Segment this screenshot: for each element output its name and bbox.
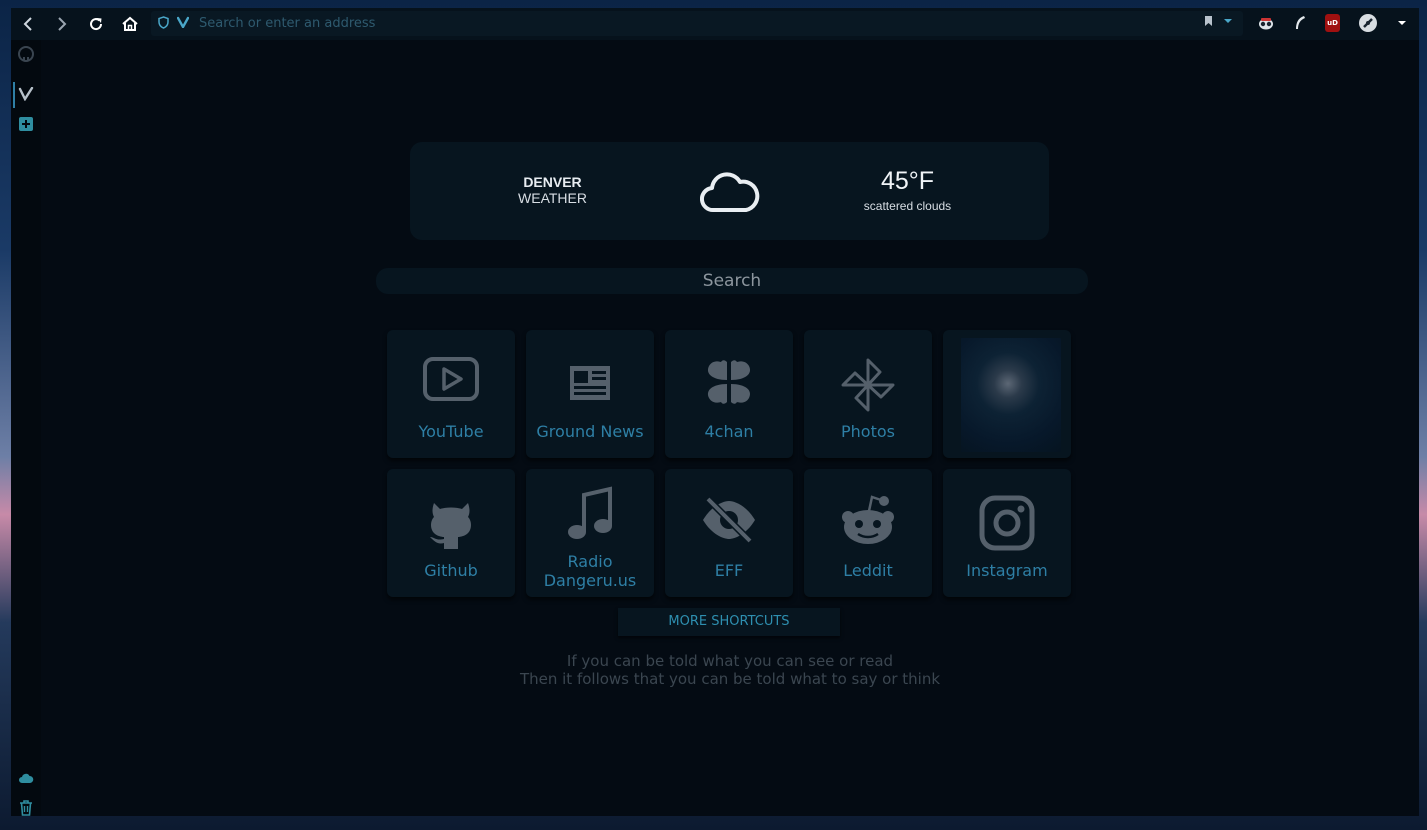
vivaldi-icon[interactable] xyxy=(176,16,190,32)
caret-down-icon xyxy=(1398,21,1406,25)
shortcut-label: YouTube xyxy=(418,422,484,441)
clover-icon xyxy=(665,356,793,416)
chevron-left-icon xyxy=(23,17,32,31)
thumbnail-image xyxy=(961,338,1061,452)
github-icon[interactable] xyxy=(16,44,36,64)
search-input[interactable] xyxy=(376,268,1088,294)
eye-slash-icon xyxy=(665,495,793,555)
vivaldi-icon[interactable] xyxy=(16,84,36,104)
shortcut-youtube[interactable]: YouTube xyxy=(387,330,515,458)
browser-window: Search or enter an address uD DENVER WEA… xyxy=(11,8,1419,816)
weather-label: WEATHER xyxy=(518,190,587,206)
weather-description: scattered clouds xyxy=(863,199,952,213)
quote-line-2: Then it follows that you can be told wha… xyxy=(519,670,941,688)
weather-temperature: 45°F xyxy=(880,167,935,195)
shortcut-photos[interactable]: Photos xyxy=(804,330,932,458)
extensions-menu-button[interactable] xyxy=(1393,14,1411,32)
shortcut-github[interactable]: Github xyxy=(387,469,515,597)
shortcut-label: 4chan xyxy=(704,422,754,441)
dropdown-arrow-icon[interactable] xyxy=(1223,16,1233,27)
active-panel-indicator xyxy=(13,82,15,108)
weather-widget: DENVER WEATHER 45°F scattered clouds xyxy=(410,142,1049,240)
shortcut-instagram[interactable]: Instagram xyxy=(943,469,1071,597)
shortcut-eff[interactable]: EFF xyxy=(665,469,793,597)
more-shortcuts-button[interactable]: MORE SHORTCUTS xyxy=(618,608,840,636)
url-placeholder: Search or enter an address xyxy=(199,16,376,31)
pinwheel-icon xyxy=(804,356,932,416)
feather-icon[interactable] xyxy=(1291,14,1309,32)
quote-line-1: If you can be told what you can see or r… xyxy=(566,652,894,670)
shortcut-label: Instagram xyxy=(966,561,1048,580)
privacy-badger-icon[interactable] xyxy=(1257,14,1275,32)
shortcut-label: Leddit xyxy=(843,561,893,580)
shield-icon[interactable] xyxy=(158,15,169,32)
shortcut-radio-dangeru[interactable]: Radio Dangeru.us xyxy=(526,469,654,597)
forward-button[interactable] xyxy=(45,8,79,40)
cloud-icon xyxy=(699,168,760,218)
browser-toolbar: Search or enter an address uD xyxy=(11,8,1419,40)
weather-city: DENVER xyxy=(523,174,582,190)
cloud-sync-icon[interactable] xyxy=(16,768,36,788)
reddit-icon xyxy=(804,491,932,551)
trash-icon[interactable] xyxy=(16,798,36,816)
shortcut-thumbnail[interactable] xyxy=(943,330,1071,458)
address-bar[interactable]: Search or enter an address xyxy=(151,11,1243,36)
no-tracking-icon[interactable] xyxy=(1359,14,1377,32)
ublock-origin-icon[interactable]: uD xyxy=(1325,14,1340,32)
github-octocat-icon xyxy=(387,495,515,555)
youtube-icon xyxy=(387,356,515,416)
back-button[interactable] xyxy=(11,8,45,40)
side-panel xyxy=(11,40,41,816)
reload-button[interactable] xyxy=(79,8,113,40)
home-button[interactable] xyxy=(113,8,147,40)
ublock-text: uD xyxy=(1327,19,1338,27)
shortcut-label: Ground News xyxy=(536,422,644,441)
bookmark-icon[interactable] xyxy=(1204,15,1213,30)
instagram-icon xyxy=(943,495,1071,555)
add-panel-icon[interactable] xyxy=(16,114,36,134)
shortcut-label: Radio Dangeru.us xyxy=(543,552,637,590)
shortcut-label: EFF xyxy=(714,561,744,580)
shortcut-label: Github xyxy=(424,561,478,580)
shortcut-ground-news[interactable]: Ground News xyxy=(526,330,654,458)
chevron-right-icon xyxy=(58,17,67,31)
music-note-icon xyxy=(526,485,654,545)
shortcut-leddit[interactable]: Leddit xyxy=(804,469,932,597)
newspaper-icon xyxy=(526,356,654,416)
home-icon xyxy=(122,16,138,31)
shortcut-label: Photos xyxy=(841,422,895,441)
reload-icon xyxy=(90,18,103,31)
shortcut-4chan[interactable]: 4chan xyxy=(665,330,793,458)
